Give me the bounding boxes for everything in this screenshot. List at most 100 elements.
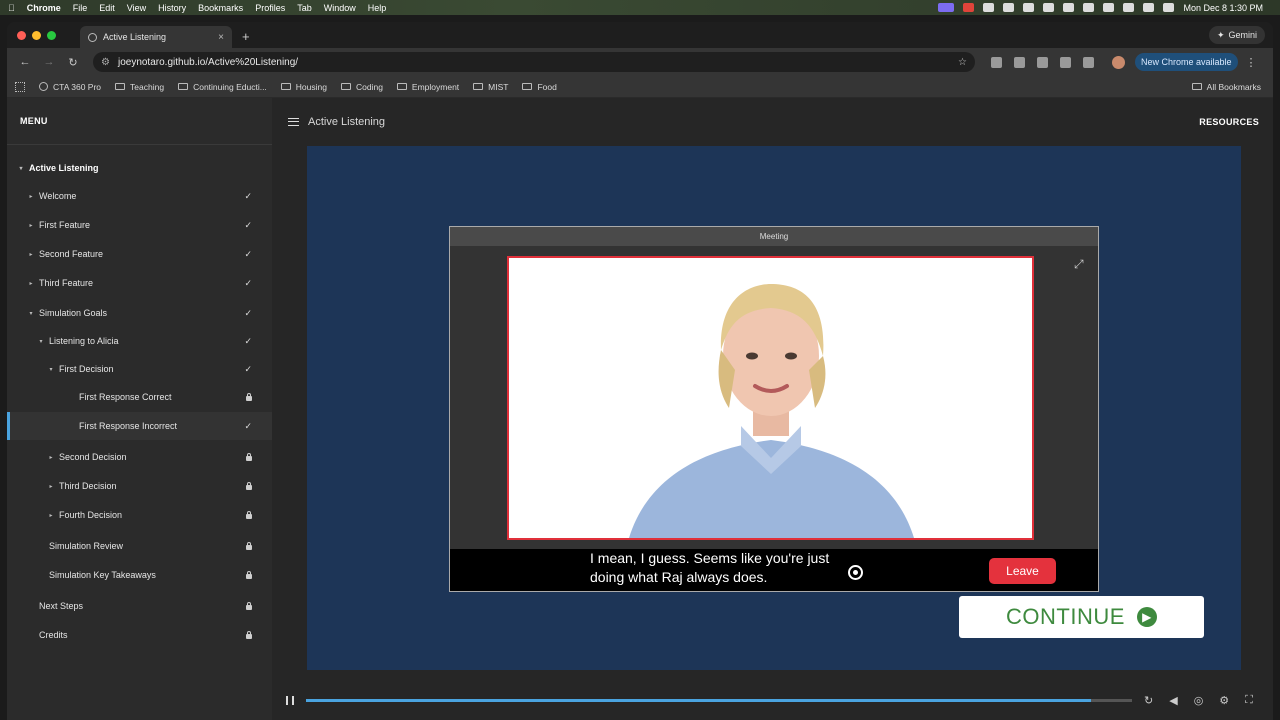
sidebar-item[interactable]: First Response Incorrect ✓	[7, 412, 272, 440]
sidebar-item[interactable]: Simulation Key Takeaways	[7, 561, 272, 589]
leave-button[interactable]: Leave	[989, 558, 1056, 584]
volume-icon[interactable]: ◀	[1169, 694, 1177, 707]
sidebar-item[interactable]: ▾ Listening to Alicia ✓	[7, 327, 272, 355]
tab-active-listening[interactable]: Active Listening ×	[80, 26, 232, 48]
extension-icon-3[interactable]	[1037, 56, 1048, 68]
display-icon[interactable]	[1023, 3, 1035, 12]
close-window-button[interactable]	[17, 30, 26, 40]
menu-edit[interactable]: Edit	[99, 3, 115, 13]
url-text[interactable]: joeynotaro.github.io/Active%20Listening/	[118, 57, 298, 68]
progress-bar[interactable]	[306, 698, 1132, 702]
caret-right-icon: ▸	[29, 280, 33, 287]
extension-icon-1[interactable]	[991, 56, 1002, 68]
sidebar-item[interactable]: Credits	[7, 621, 272, 649]
playback-speed-icon[interactable]: ◎	[1194, 694, 1204, 707]
control-center-icon[interactable]	[1163, 3, 1175, 12]
resources-button[interactable]: RESOURCES	[1199, 117, 1259, 127]
menu-bookmarks[interactable]: Bookmarks	[198, 3, 243, 13]
grammarly-icon[interactable]	[1003, 3, 1015, 12]
sidebar-item[interactable]: ▸ Second Decision	[7, 443, 272, 471]
all-bookmarks-label: All Bookmarks	[1206, 81, 1261, 92]
reload-icon[interactable]: ↻	[63, 56, 83, 69]
recording-icon[interactable]	[963, 3, 975, 12]
meeting-window: Meeting ⤢ I mean, I guess. Seems like yo…	[449, 226, 1099, 592]
back-arrow-icon[interactable]: ←	[15, 56, 35, 68]
bookmark-folder-coding[interactable]: Coding	[340, 82, 383, 92]
sidebar-item[interactable]: ▾ First Decision ✓	[7, 355, 272, 383]
sidebar-item[interactable]: ▾ Active Listening	[7, 154, 272, 182]
sidebar-item[interactable]: Simulation Review	[7, 532, 272, 560]
profile-avatar[interactable]	[1112, 55, 1125, 69]
pause-icon[interactable]	[286, 695, 294, 705]
gemini-button[interactable]: ✦ Gemini	[1208, 26, 1265, 44]
extensions-puzzle-icon[interactable]	[1060, 56, 1071, 68]
clock[interactable]: Mon Dec 8 1:30 PM	[1183, 3, 1263, 13]
bookmark-star-icon[interactable]: ☆	[958, 57, 967, 68]
sidebar-item[interactable]: ▸ Third Decision	[7, 472, 272, 500]
more-menu-icon[interactable]: ⋮	[1246, 56, 1257, 69]
lock-icon	[246, 630, 252, 640]
lock-icon	[246, 452, 252, 462]
menu-history[interactable]: History	[158, 3, 186, 13]
zoom-window-button[interactable]	[47, 30, 56, 40]
traffic-lights	[17, 30, 56, 40]
bookmark-folder-housing[interactable]: Housing	[280, 82, 327, 92]
apps-grid-icon[interactable]	[15, 81, 25, 92]
lock-icon	[246, 570, 252, 580]
forward-arrow-icon[interactable]: →	[39, 56, 59, 68]
extension-icon-2[interactable]	[1014, 56, 1025, 68]
menu-window[interactable]: Window	[324, 3, 356, 13]
menu-file[interactable]: File	[73, 3, 88, 13]
settings-gear-icon[interactable]: ⚙	[1219, 694, 1229, 707]
hamburger-menu-icon[interactable]	[288, 117, 299, 126]
checkmark-icon: ✓	[244, 190, 252, 201]
battery-icon[interactable]	[1103, 3, 1115, 12]
new-tab-button[interactable]: +	[242, 29, 250, 44]
menu-profiles[interactable]: Profiles	[255, 3, 285, 13]
wifi-icon[interactable]	[1123, 3, 1135, 12]
site-info-icon[interactable]: ⚙	[101, 57, 110, 68]
menu-view[interactable]: View	[127, 3, 146, 13]
expand-icon[interactable]: ⤢	[1074, 257, 1088, 271]
app-icon[interactable]	[983, 3, 995, 12]
sidebar-item[interactable]: Next Steps	[7, 592, 272, 620]
bookmark-cta-360-pro[interactable]: CTA 360 Pro	[39, 82, 101, 92]
player-icons: ↻ ◀ ◎ ⚙ ⛶	[1144, 694, 1253, 707]
bookmark-folder-mist[interactable]: MIST	[473, 82, 508, 92]
spotlight-icon[interactable]	[1143, 3, 1155, 12]
sidebar-item[interactable]: ▸ Third Feature ✓	[7, 269, 272, 297]
bluetooth-icon[interactable]	[1063, 3, 1075, 12]
menu-help[interactable]: Help	[368, 3, 387, 13]
sidebar-item[interactable]: ▸ Second Feature ✓	[7, 240, 272, 268]
sidebar-item[interactable]: ▸ Fourth Decision	[7, 501, 272, 529]
lock-icon-shape	[246, 453, 252, 461]
sidebar-item[interactable]: First Response Correct	[7, 383, 272, 411]
menu-tab[interactable]: Tab	[297, 3, 312, 13]
bookmark-folder-food[interactable]: Food	[522, 82, 557, 92]
pin-icon[interactable]	[1043, 3, 1055, 12]
menu-chrome[interactable]: Chrome	[27, 3, 61, 13]
replay-icon[interactable]: ↻	[1144, 694, 1153, 707]
fullscreen-icon[interactable]: ⛶	[1245, 694, 1253, 707]
caption-line-1: I mean, I guess. Seems like you're just	[590, 550, 830, 566]
continue-button[interactable]: CONTINUE ▶	[959, 596, 1204, 638]
all-bookmarks-button[interactable]: All Bookmarks	[1191, 81, 1261, 92]
bookmark-folder-employment[interactable]: Employment	[396, 82, 459, 92]
caption-bar: I mean, I guess. Seems like you're just …	[450, 549, 1098, 591]
sidebar-item[interactable]: ▾ Simulation Goals ✓	[7, 299, 272, 327]
tab-search-icon[interactable]	[1083, 56, 1094, 68]
sidebar-item[interactable]: ▸ First Feature ✓	[7, 211, 272, 239]
close-tab-icon[interactable]: ×	[218, 32, 224, 43]
play-icon[interactable]	[1083, 3, 1095, 12]
record-icon[interactable]	[848, 565, 863, 580]
address-bar[interactable]: ⚙ joeynotaro.github.io/Active%20Listenin…	[93, 52, 975, 72]
screen-record-icon[interactable]	[938, 3, 955, 12]
bookmark-folder-teaching[interactable]: Teaching	[115, 82, 164, 92]
chrome-window: Active Listening × + ✦ Gemini ← → ↻ ⚙ jo…	[7, 22, 1273, 720]
apple-icon[interactable]: 	[8, 3, 15, 13]
sidebar-item[interactable]: ▸ Welcome ✓	[7, 182, 272, 210]
update-chrome-button[interactable]: New Chrome available	[1135, 53, 1238, 71]
bookmark-folder-continuing[interactable]: Continuing Educti...	[178, 82, 267, 92]
folder-icon	[396, 83, 407, 90]
minimize-window-button[interactable]	[32, 30, 41, 40]
